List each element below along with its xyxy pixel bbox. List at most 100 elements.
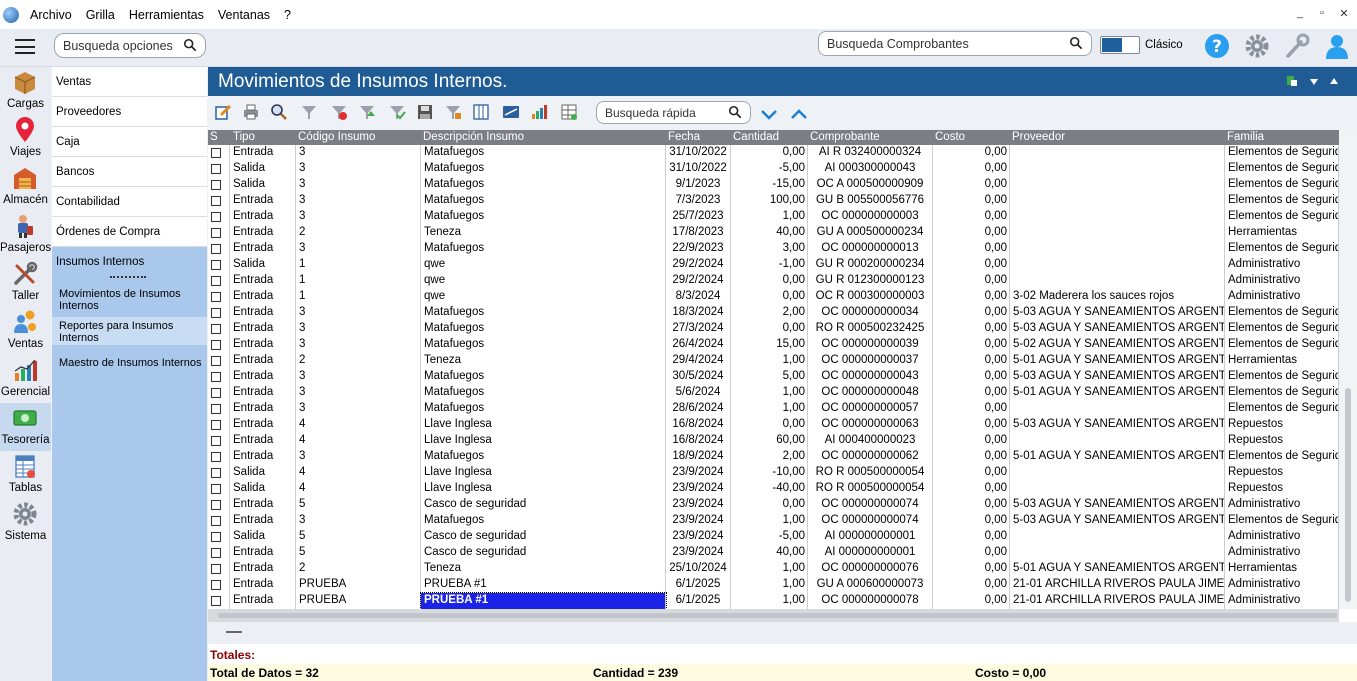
cell-codigo[interactable]: 5 [296, 497, 421, 513]
user-icon[interactable] [1324, 33, 1350, 59]
cell-descripcion[interactable]: Casco de seguridad [421, 497, 666, 513]
arrow-up-icon[interactable] [1328, 75, 1340, 87]
cell-cantidad[interactable]: -5,00 [731, 529, 808, 545]
cell-descripcion[interactable]: Matafuegos [421, 337, 666, 353]
columns-icon[interactable] [472, 103, 490, 121]
cell-familia[interactable]: Elementos de Seguridad [1225, 401, 1339, 417]
cell-familia[interactable]: Elementos de Seguridad [1225, 385, 1339, 401]
cell-tipo[interactable]: Salida [230, 257, 296, 273]
cell-cantidad[interactable]: 0,00 [731, 273, 808, 289]
cell-comprobante[interactable]: AI 000300000043 [808, 161, 933, 177]
cell-tipo[interactable]: Salida [230, 465, 296, 481]
row-checkbox[interactable] [211, 276, 221, 286]
cell-comprobante[interactable]: AI 000400000023 [808, 433, 933, 449]
filter-check-icon[interactable] [388, 103, 406, 121]
cell-familia[interactable]: Administrativo [1225, 529, 1339, 545]
cell-cantidad[interactable]: 1,00 [731, 401, 808, 417]
cell-comprobante[interactable]: RO R 000500232425 [808, 321, 933, 337]
cell-descripcion[interactable]: Matafuegos [421, 449, 666, 465]
table-row[interactable]: Salida 3 Matafuegos 31/10/2022 -5,00 AI 00030… [208, 161, 1339, 177]
chevron-up-icon[interactable] [790, 105, 808, 123]
cell-cantidad[interactable]: 0,00 [731, 145, 808, 161]
cell-proveedor[interactable] [1010, 225, 1225, 241]
cell-codigo[interactable]: 3 [296, 369, 421, 385]
cell-fecha[interactable]: 25/10/2024 [666, 561, 731, 577]
chart-icon[interactable] [530, 103, 548, 121]
nav-sistema[interactable]: Sistema [0, 499, 51, 547]
cell-costo[interactable]: 0,00 [933, 497, 1010, 513]
nav-tesoreria[interactable]: Tesorería [0, 403, 51, 451]
cell-costo[interactable]: 0,00 [933, 561, 1010, 577]
cell-costo[interactable]: 0,00 [933, 273, 1010, 289]
cell-tipo[interactable]: Salida [230, 161, 296, 177]
quick-search-input[interactable]: Busqueda rápida [596, 101, 751, 124]
cell-cantidad[interactable]: 15,00 [731, 337, 808, 353]
cell-fecha[interactable]: 17/8/2023 [666, 225, 731, 241]
cell-costo[interactable]: 0,00 [933, 305, 1010, 321]
cell-codigo[interactable]: 4 [296, 481, 421, 497]
cell-descripcion[interactable]: Matafuegos [421, 177, 666, 193]
classic-mode-toggle[interactable] [1100, 36, 1140, 54]
cell-familia[interactable]: Elementos de Seguridad [1225, 161, 1339, 177]
cell-fecha[interactable]: 28/6/2024 [666, 401, 731, 417]
cell-costo[interactable]: 0,00 [933, 577, 1010, 593]
cell-proveedor[interactable] [1010, 145, 1225, 161]
row-checkbox[interactable] [211, 180, 221, 190]
cell-familia[interactable]: Elementos de Seguridad [1225, 193, 1339, 209]
cell-comprobante[interactable]: OC 000000000037 [808, 353, 933, 369]
cell-codigo[interactable]: 3 [296, 513, 421, 529]
cell-proveedor[interactable] [1010, 545, 1225, 561]
cell-descripcion[interactable]: Matafuegos [421, 209, 666, 225]
table-row[interactable]: Entrada 3 Matafuegos 31/10/2022 0,00 AI R 032… [208, 145, 1339, 161]
cell-descripcion[interactable]: Matafuegos [421, 513, 666, 529]
cell-comprobante[interactable]: OC R 000300000003 [808, 289, 933, 305]
cell-codigo[interactable]: 4 [296, 417, 421, 433]
cell-codigo[interactable]: 2 [296, 353, 421, 369]
cell-proveedor[interactable]: 5-03 AGUA Y SANEAMIENTOS ARGENTINOS [1010, 497, 1225, 513]
table-row[interactable]: Entrada 3 Matafuegos 5/6/2024 1,00 OC 0000000… [208, 385, 1339, 401]
cell-fecha[interactable]: 18/9/2024 [666, 449, 731, 465]
cell-fecha[interactable]: 6/1/2025 [666, 577, 731, 593]
cell-tipo[interactable]: Salida [230, 481, 296, 497]
cell-familia[interactable]: Herramientas [1225, 561, 1339, 577]
cell-descripcion[interactable]: qwe [421, 289, 666, 305]
cell-tipo[interactable]: Entrada [230, 401, 296, 417]
cell-comprobante[interactable]: OC A 000500000909 [808, 177, 933, 193]
cell-comprobante[interactable]: OC 000000000034 [808, 305, 933, 321]
cell-proveedor[interactable]: 5-03 AGUA Y SANEAMIENTOS ARGENTINOS [1010, 513, 1225, 529]
col-header-descripcion[interactable]: Descripción Insumo [423, 131, 524, 143]
export-icon[interactable] [1286, 75, 1298, 87]
cell-familia[interactable]: Administrativo [1225, 257, 1339, 273]
col-header-comprobante[interactable]: Comprobante [810, 131, 880, 143]
cell-cantidad[interactable]: 40,00 [731, 225, 808, 241]
nav-almacen[interactable]: Almacén [0, 163, 51, 211]
cell-costo[interactable]: 0,00 [933, 145, 1010, 161]
cell-codigo[interactable]: 3 [296, 161, 421, 177]
table-row[interactable]: Entrada 4 Llave Inglesa 16/8/2024 0,00 OC 000… [208, 417, 1339, 433]
cell-costo[interactable]: 0,00 [933, 529, 1010, 545]
cell-comprobante[interactable]: GU B 005500056776 [808, 193, 933, 209]
cell-costo[interactable]: 0,00 [933, 193, 1010, 209]
cell-familia[interactable]: Administrativo [1225, 289, 1339, 305]
cell-fecha[interactable]: 27/3/2024 [666, 321, 731, 337]
splitter-handle[interactable] [110, 276, 146, 279]
table-row[interactable]: Entrada 3 Matafuegos 22/9/2023 3,00 OC 000000… [208, 241, 1339, 257]
cell-tipo[interactable]: Entrada [230, 369, 296, 385]
table-row[interactable]: Entrada 3 Matafuegos 26/4/2024 15,00 OC 00000… [208, 337, 1339, 353]
cell-proveedor[interactable]: 5-01 AGUA Y SANEAMIENTOS ARGENTINOS [1010, 385, 1225, 401]
cell-descripcion[interactable]: PRUEBA #1 [420, 592, 667, 609]
chevron-down-icon[interactable] [760, 105, 778, 123]
cell-cantidad[interactable]: 1,00 [731, 593, 808, 609]
cell-costo[interactable]: 0,00 [933, 401, 1010, 417]
nav-cargas[interactable]: Cargas [0, 67, 51, 115]
cell-fecha[interactable]: 9/1/2023 [666, 177, 731, 193]
cell-comprobante[interactable]: GU A 000500000234 [808, 225, 933, 241]
horizontal-scrollbar[interactable] [208, 609, 1339, 622]
menu-archivo[interactable]: Archivo [23, 8, 79, 22]
row-checkbox[interactable] [211, 308, 221, 318]
col-header-cantidad[interactable]: Cantidad [733, 131, 779, 143]
cell-descripcion[interactable]: Matafuegos [421, 369, 666, 385]
find-icon[interactable] [270, 103, 288, 121]
cell-descripcion[interactable]: Casco de seguridad [421, 529, 666, 545]
cell-comprobante[interactable]: AI R 032400000324 [808, 145, 933, 161]
